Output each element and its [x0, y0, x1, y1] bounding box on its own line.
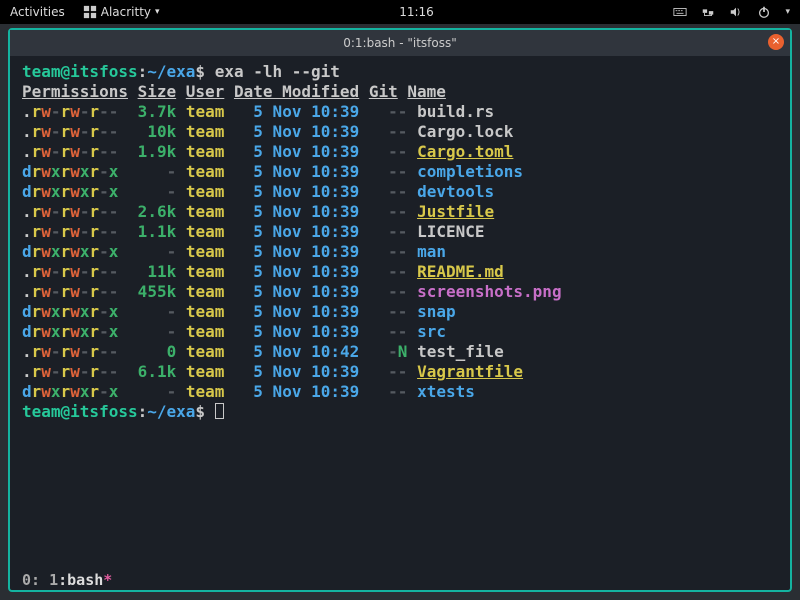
table-row: drwxrwxr-x - team 5 Nov 10:39 -- xtests — [22, 382, 475, 401]
app-menu[interactable]: Alacritty ▾ — [83, 5, 160, 19]
col-name: Name — [407, 82, 446, 101]
power-icon — [757, 5, 771, 19]
col-date: Date Modified — [234, 82, 359, 101]
table-row: drwxrwxr-x - team 5 Nov 10:39 -- snap — [22, 302, 456, 321]
prompt-sep: $ — [195, 402, 205, 421]
app-name-label: Alacritty — [101, 5, 151, 19]
status-session: 1 — [49, 571, 58, 589]
command-text: exa -lh --git — [215, 62, 340, 81]
window-title: 0:1:bash - "itsfoss" — [343, 36, 457, 50]
table-row: .rw-rw-r-- 11k team 5 Nov 10:39 -- READM… — [22, 262, 504, 281]
window-close-button[interactable]: × — [768, 34, 784, 50]
table-row: .rw-rw-r-- 1.9k team 5 Nov 10:39 -- Carg… — [22, 142, 513, 161]
prompt-cwd: ~/exa — [147, 402, 195, 421]
terminal-body[interactable]: team@itsfoss:~/exa$ exa -lh --git Permis… — [10, 56, 790, 570]
terminal-window: 0:1:bash - "itsfoss" × team@itsfoss:~/ex… — [8, 28, 792, 592]
table-row: .rw-rw-r-- 1.1k team 5 Nov 10:39 -- LICE… — [22, 222, 485, 241]
network-icon — [701, 5, 715, 19]
volume-icon — [729, 5, 743, 19]
prompt-cwd: ~/exa — [147, 62, 195, 81]
table-row: drwxrwxr-x - team 5 Nov 10:39 -- src — [22, 322, 446, 341]
table-row: drwxrwxr-x - team 5 Nov 10:39 -- man — [22, 242, 446, 261]
activities-label: Activities — [10, 5, 65, 19]
clock-label: 11:16 — [399, 5, 434, 19]
chevron-down-icon: ▾ — [155, 7, 160, 17]
table-row: .rw-rw-r-- 6.1k team 5 Nov 10:39 -- Vagr… — [22, 362, 523, 381]
col-size: Size — [138, 82, 177, 101]
system-tray[interactable]: ▾ — [673, 5, 790, 19]
gnome-top-bar: Activities Alacritty ▾ 11:16 ▾ — [0, 0, 800, 24]
terminal-app-icon — [83, 5, 97, 19]
tmux-statusline: 0: 1:bash* — [10, 570, 790, 590]
status-proc: :bash — [58, 571, 103, 589]
col-permissions: Permissions — [22, 82, 128, 101]
chevron-down-icon: ▾ — [785, 7, 790, 17]
status-mark: * — [103, 571, 112, 589]
prompt-user-host: team@itsfoss — [22, 402, 138, 421]
keyboard-icon — [673, 5, 687, 19]
prompt-sep: $ — [195, 62, 205, 81]
table-row: drwxrwxr-x - team 5 Nov 10:39 -- complet… — [22, 162, 523, 181]
cursor — [215, 403, 224, 419]
table-row: .rw-rw-r-- 2.6k team 5 Nov 10:39 -- Just… — [22, 202, 494, 221]
table-row: .rw-rw-r-- 10k team 5 Nov 10:39 -- Cargo… — [22, 122, 513, 141]
status-left: 0: — [22, 571, 40, 589]
clock[interactable]: 11:16 — [399, 5, 434, 19]
table-row: .rw-rw-r-- 3.7k team 5 Nov 10:39 -- buil… — [22, 102, 494, 121]
activities-button[interactable]: Activities — [10, 5, 65, 19]
table-row: drwxrwxr-x - team 5 Nov 10:39 -- devtool… — [22, 182, 494, 201]
table-row: .rw-rw-r-- 455k team 5 Nov 10:39 -- scre… — [22, 282, 562, 301]
prompt-user-host: team@itsfoss — [22, 62, 138, 81]
close-icon: × — [772, 36, 780, 47]
window-titlebar[interactable]: 0:1:bash - "itsfoss" × — [10, 30, 790, 56]
col-git: Git — [369, 82, 398, 101]
table-row: .rw-rw-r-- 0 team 5 Nov 10:42 -N test_fi… — [22, 342, 504, 361]
col-user: User — [186, 82, 225, 101]
